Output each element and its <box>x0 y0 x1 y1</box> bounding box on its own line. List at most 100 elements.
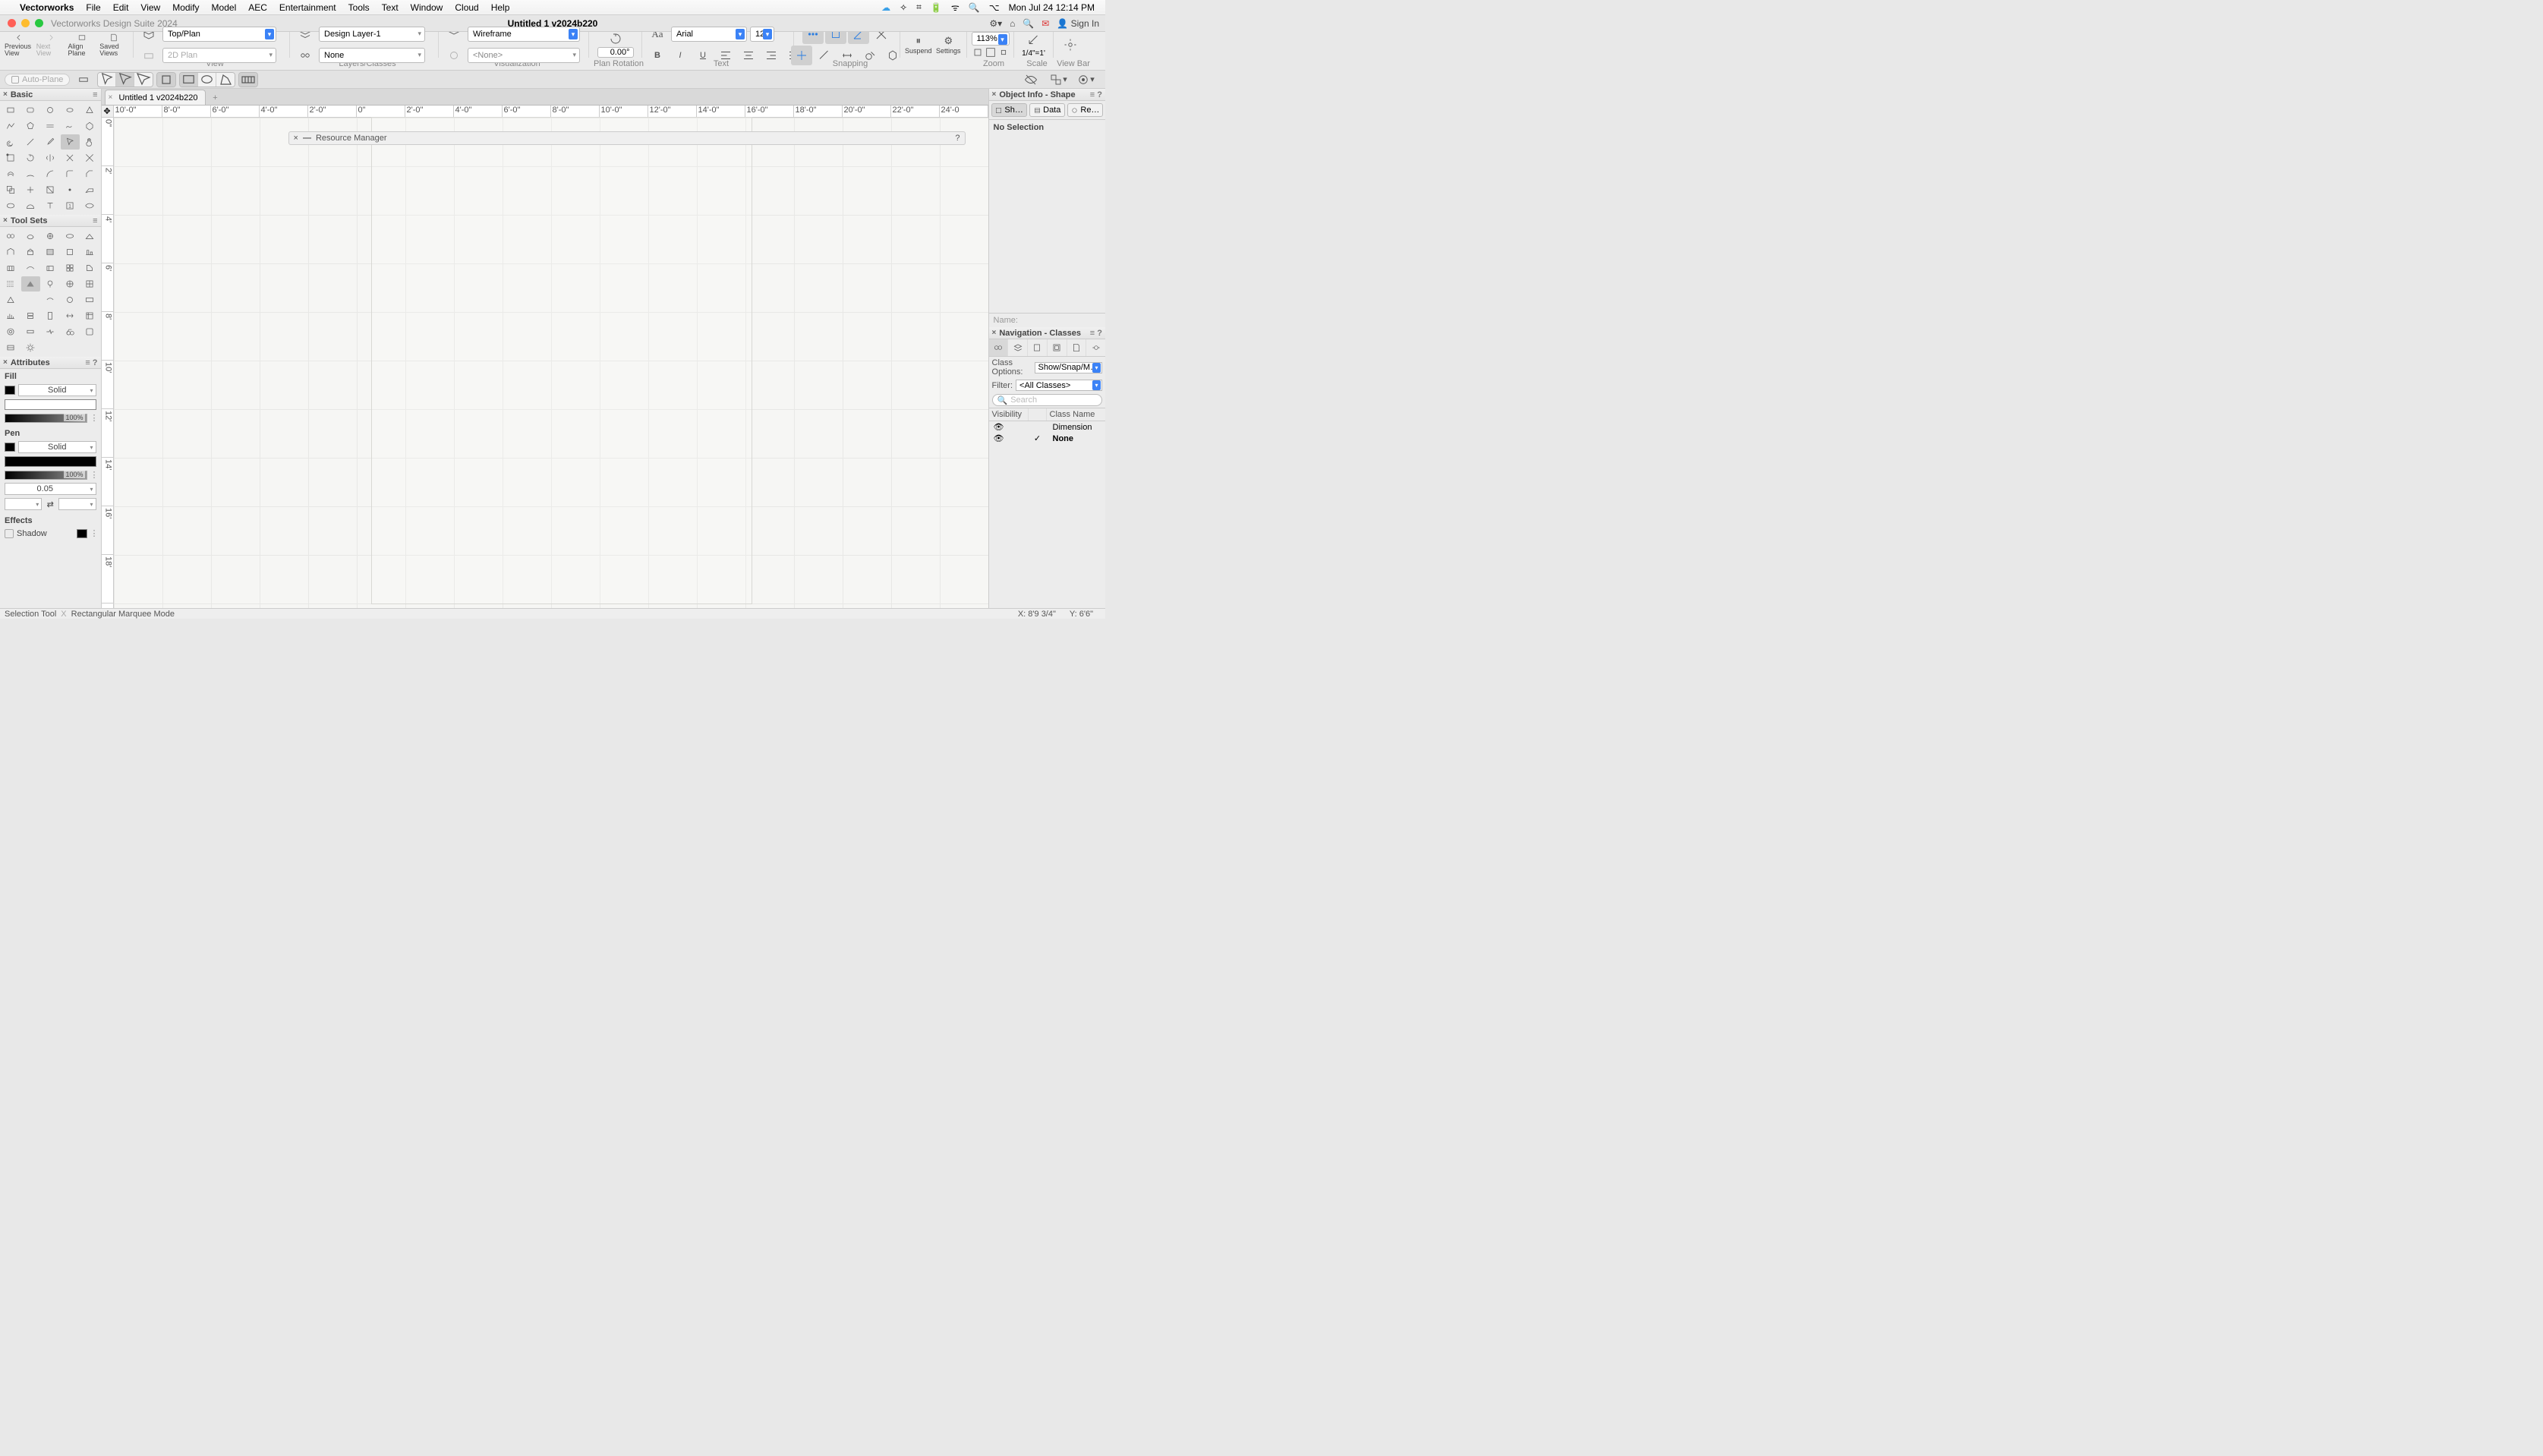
visibility-tool-icon[interactable] <box>80 198 99 213</box>
nav-sheets-tab-icon[interactable] <box>1028 339 1048 356</box>
font-size-select[interactable]: 12 <box>750 27 774 42</box>
mode-single-icon[interactable] <box>157 73 175 87</box>
statusitem-app-icon[interactable]: ✧ <box>895 2 912 13</box>
pen-preview[interactable] <box>5 456 96 467</box>
zoom-window-button[interactable] <box>35 19 43 27</box>
line-end-marker-select[interactable] <box>58 498 96 510</box>
shape-tab[interactable]: Sh… <box>991 103 1027 117</box>
wifi-icon[interactable]: ᯤ <box>947 1 964 14</box>
standard-view-select[interactable]: Top/Plan <box>162 27 276 42</box>
class-filter-select[interactable]: <All Classes> <box>1016 380 1102 391</box>
toolsets-palette-header[interactable]: × Tool Sets ≡ <box>0 215 101 227</box>
plan-rotation-input[interactable] <box>597 47 634 58</box>
suspend-snapping-button[interactable]: ⏸ Suspend <box>905 33 932 57</box>
toolset-icon[interactable] <box>80 292 99 307</box>
toolset-icon[interactable] <box>80 228 99 244</box>
fit-page-button[interactable] <box>972 47 984 58</box>
attribute-mapping-tool-icon[interactable] <box>41 182 60 197</box>
mode-poly-icon[interactable] <box>216 73 235 87</box>
target-icon[interactable]: ▾ <box>1075 70 1096 90</box>
eyedropper-tool-icon[interactable] <box>41 134 60 150</box>
plane-mode-icon[interactable] <box>73 70 94 90</box>
saved-views-button[interactable]: Saved Views <box>99 33 128 57</box>
basic-palette-header[interactable]: × Basic ≡ <box>0 89 101 101</box>
close-icon[interactable]: × <box>294 134 298 143</box>
toolset-icon[interactable] <box>41 260 60 276</box>
align-plane-button[interactable]: Align Plane <box>68 33 97 57</box>
toolset-icon[interactable] <box>21 228 40 244</box>
menu-tools[interactable]: Tools <box>342 2 376 13</box>
visibility-toggle-icon[interactable]: 👁 <box>989 433 1029 443</box>
line-start-marker-select[interactable] <box>5 498 42 510</box>
menu-entertainment[interactable]: Entertainment <box>273 2 342 13</box>
fill-color-swatch[interactable] <box>5 386 15 395</box>
mode-rect-icon[interactable] <box>180 73 198 87</box>
previous-view-button[interactable]: Previous View <box>5 33 33 57</box>
menu-aec[interactable]: AEC <box>242 2 273 13</box>
circle-tool-icon[interactable] <box>41 102 60 118</box>
toolset-icon[interactable] <box>21 276 40 292</box>
font-select[interactable]: Arial <box>671 27 747 42</box>
class-row[interactable]: 👁 ✓ None <box>989 433 1105 444</box>
offset-tool-icon[interactable] <box>2 166 20 181</box>
help-icon[interactable]: ? <box>955 134 960 143</box>
fit-selection-button[interactable] <box>997 47 1010 58</box>
shadow-menu-icon[interactable]: ⋮ <box>90 528 96 538</box>
navigation-header[interactable]: × Navigation - Classes ≡ ? <box>989 327 1105 339</box>
new-tab-button[interactable]: + <box>207 91 222 105</box>
protractor-tool-icon[interactable] <box>21 198 40 213</box>
toolset-icon[interactable] <box>61 276 80 292</box>
titlebar-search-icon[interactable]: 🔍 <box>1023 18 1034 29</box>
close-icon[interactable]: × <box>992 90 997 99</box>
toolset-icon[interactable] <box>2 244 20 260</box>
palette-menu-icon[interactable]: ≡ ? <box>1090 90 1102 99</box>
menubar-clock[interactable]: Mon Jul 24 12:14 PM <box>1004 2 1099 13</box>
menu-text[interactable]: Text <box>376 2 405 13</box>
horizontal-ruler[interactable]: 10'-0"8'-0"6'-0"4'-0"2'-0"0"2'-0"4'-0"6'… <box>114 106 988 118</box>
visibility-toggle-icon[interactable]: 👁 <box>989 422 1029 432</box>
close-tab-icon[interactable]: × <box>109 93 113 102</box>
palette-menu-icon[interactable]: ≡ ? <box>85 358 97 367</box>
toolset-icon[interactable] <box>41 244 60 260</box>
visibility-column-header[interactable]: Visibility <box>989 408 1029 421</box>
toolset-icon[interactable] <box>21 308 40 323</box>
data-tab[interactable]: Data <box>1029 103 1065 117</box>
rounded-rect-tool-icon[interactable] <box>21 102 40 118</box>
battery-icon[interactable]: 🔋 <box>926 2 947 13</box>
mode-cursor-icon[interactable] <box>98 73 116 87</box>
toolset-icon[interactable] <box>41 276 60 292</box>
titlebar-gear-icon[interactable]: ⚙▾ <box>989 18 1002 29</box>
toolset-icon[interactable] <box>2 228 20 244</box>
render-background-select[interactable]: <None> <box>468 48 580 63</box>
oval-tool-icon[interactable] <box>2 198 20 213</box>
polyline-tool-icon[interactable] <box>2 118 20 134</box>
sign-in-button[interactable]: 👤 Sign In <box>1057 18 1099 29</box>
toolset-icon[interactable] <box>2 276 20 292</box>
rotate-tool-icon[interactable] <box>21 150 40 165</box>
chamfer-tool-icon[interactable] <box>80 166 99 181</box>
menu-cloud[interactable]: Cloud <box>449 2 484 13</box>
move-by-points-tool-icon[interactable] <box>21 182 40 197</box>
statusitem-extra-icon[interactable]: ⌗ <box>912 2 926 13</box>
nav-classes-tab-icon[interactable] <box>989 339 1009 356</box>
nav-layers-tab-icon[interactable] <box>1008 339 1028 356</box>
class-row[interactable]: 👁 Dimension <box>989 421 1105 433</box>
collapse-icon[interactable]: — <box>303 134 311 143</box>
pen-style-select[interactable]: Solid <box>18 441 96 453</box>
app-menu[interactable]: Vectorworks <box>14 2 80 13</box>
nav-references-tab-icon[interactable] <box>1086 339 1105 356</box>
freehand-tool-icon[interactable] <box>61 118 80 134</box>
reshape-tool-icon[interactable] <box>2 150 20 165</box>
toolset-icon[interactable] <box>61 244 80 260</box>
toolset-icon[interactable] <box>41 324 60 339</box>
polygon-tool-icon[interactable] <box>21 118 40 134</box>
active-layer-select[interactable]: Design Layer-1 <box>319 27 425 42</box>
mode-ellipse-icon[interactable] <box>198 73 216 87</box>
nav-saved-views-tab-icon[interactable] <box>1067 339 1087 356</box>
palette-menu-icon[interactable]: ≡ <box>93 90 97 99</box>
close-icon[interactable]: × <box>3 90 8 99</box>
callout-tool-icon[interactable] <box>80 182 99 197</box>
toolset-icon[interactable] <box>2 340 20 355</box>
mode-marquee-icon[interactable] <box>134 73 153 87</box>
toolset-icon[interactable] <box>61 308 80 323</box>
